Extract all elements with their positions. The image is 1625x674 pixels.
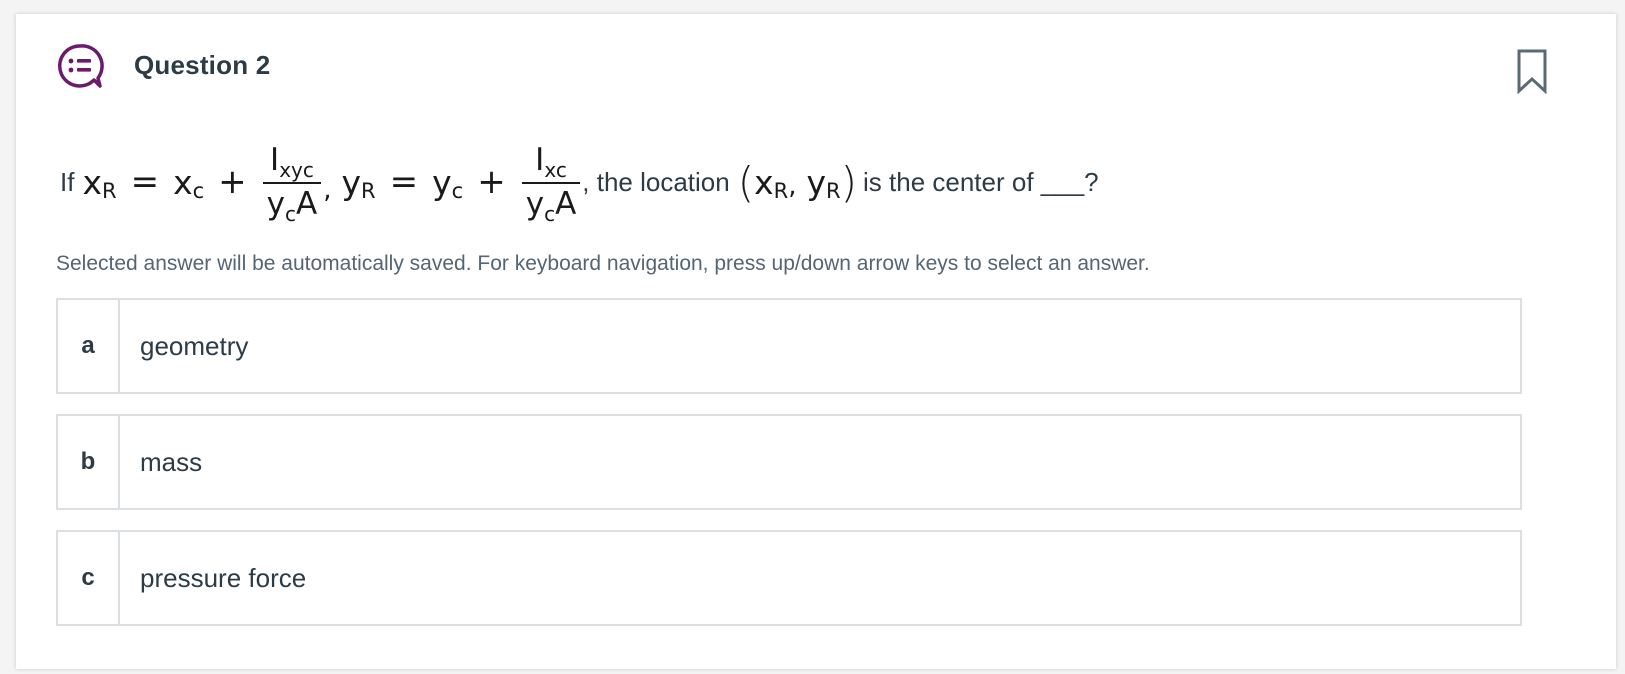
math-op: + (218, 162, 247, 202)
math-paren: ( (737, 157, 755, 207)
answer-letter: a (58, 300, 120, 392)
question-middle: , the location (582, 166, 730, 197)
question-text: If xR = xc + Ixyc ycA , yR = yc + Ixc yc… (60, 132, 1099, 232)
math-sub: c (544, 202, 556, 226)
question-header: Question 2 (16, 14, 1616, 114)
math-sub: c (192, 179, 205, 203)
math-sub: R (101, 179, 117, 203)
math-sub: R (773, 179, 789, 203)
math-op: + (477, 162, 506, 202)
math-op: = (389, 162, 419, 202)
math-var: y (432, 162, 452, 202)
math-paren: ) (840, 157, 858, 207)
answer-label: mass (140, 446, 203, 477)
math-var: A (555, 186, 577, 222)
answer-option-a[interactable]: a geometry (56, 298, 1522, 394)
answer-label: geometry (140, 330, 249, 361)
bookmark-icon[interactable] (1516, 48, 1548, 94)
question-suffix: is the center of ___? (863, 166, 1099, 197)
math-sub: xc (544, 158, 567, 182)
math-sub: R (826, 179, 841, 203)
math-sub: c (285, 202, 297, 226)
math-var: x (173, 162, 193, 202)
math-var: I (270, 142, 280, 178)
math-var: y (525, 186, 545, 222)
math-sub: xyc (279, 158, 314, 182)
math-expression: xR = xc + Ixyc ycA , yR = yc + Ixc ycA (82, 142, 582, 226)
math-var: x (82, 162, 102, 202)
question-list-icon (57, 44, 104, 88)
question-card: Question 2 If xR = xc + Ixyc ycA , yR = … (16, 14, 1616, 669)
math-var: y (266, 186, 286, 222)
fraction-2: Ixc ycA (521, 142, 581, 226)
answer-letter: b (58, 416, 120, 508)
math-var: y (341, 162, 362, 202)
math-var: I (535, 142, 545, 178)
math-var: A (296, 186, 318, 222)
answer-letter: c (58, 532, 120, 624)
math-sub: c (451, 179, 464, 203)
fraction-1: Ixyc ycA (262, 142, 322, 226)
math-sub: R (361, 179, 376, 203)
answer-label: pressure force (140, 562, 307, 593)
answer-option-c[interactable]: c pressure force (56, 530, 1522, 626)
math-op: = (130, 162, 160, 202)
math-var: x (754, 162, 774, 202)
question-prefix: If (60, 166, 75, 197)
math-comma: , (788, 171, 797, 201)
math-var: y (806, 162, 827, 202)
location-expression: ( xR , yR ) (738, 158, 857, 207)
answer-option-b[interactable]: b mass (56, 414, 1522, 510)
instructions-text: Selected answer will be automatically sa… (56, 252, 1150, 275)
question-title: Question 2 (134, 50, 271, 80)
math-comma: , (323, 175, 332, 205)
